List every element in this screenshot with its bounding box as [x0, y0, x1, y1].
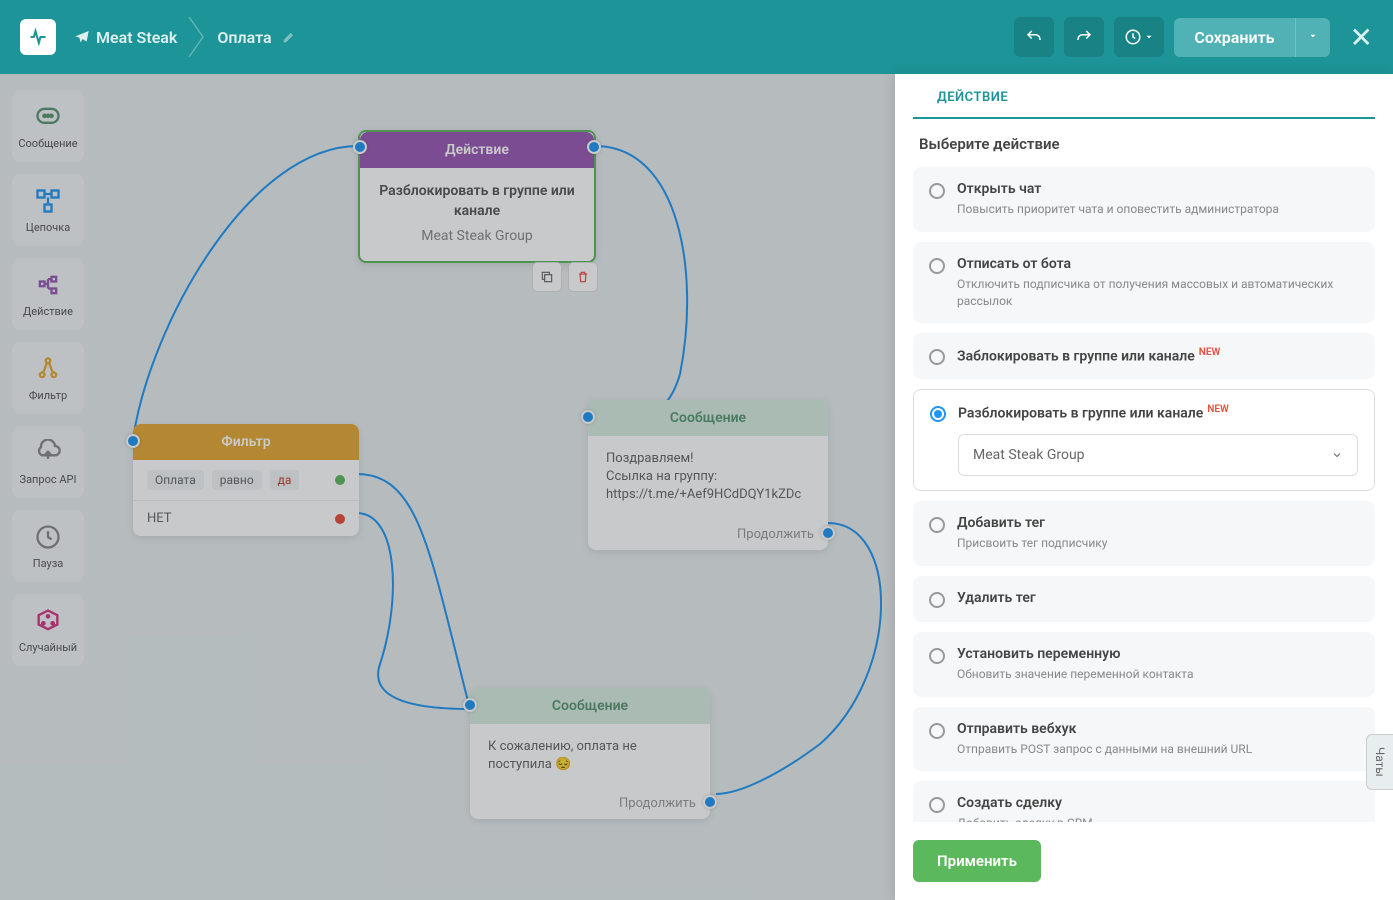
bot-name: Meat Steak: [96, 28, 177, 47]
option-title: Установить переменную: [957, 646, 1359, 662]
chevron-down-icon: [1331, 449, 1343, 461]
apply-button[interactable]: Применить: [913, 840, 1041, 882]
radio[interactable]: [929, 723, 945, 739]
radio[interactable]: [930, 406, 946, 422]
option-desc: Отключить подписчика от получения массов…: [957, 276, 1359, 310]
option-desc: Повысить приоритет чата и оповестить адм…: [957, 201, 1359, 218]
save-button-group: Сохранить: [1174, 18, 1329, 57]
panel-header: ДЕЙСТВИЕ: [913, 74, 1375, 119]
radio[interactable]: [929, 349, 945, 365]
breadcrumb-page[interactable]: Оплата: [217, 28, 295, 47]
history-icon: [1124, 28, 1142, 46]
modal-overlay[interactable]: [0, 74, 895, 900]
option-title: Создать сделку: [957, 795, 1359, 811]
radio[interactable]: [929, 517, 945, 533]
close-button[interactable]: ✕: [1350, 21, 1373, 54]
radio[interactable]: [929, 797, 945, 813]
option-desc: Отправить POST запрос с данными на внешн…: [957, 741, 1359, 758]
select-value: Meat Steak Group: [973, 447, 1085, 463]
radio[interactable]: [929, 258, 945, 274]
header-actions: Сохранить ✕: [1014, 17, 1373, 57]
option-unsubscribe[interactable]: Отписать от бота Отключить подписчика от…: [913, 242, 1375, 324]
option-title: Заблокировать в группе или каналеNEW: [957, 347, 1359, 365]
edit-icon[interactable]: [282, 30, 296, 44]
telegram-icon: [74, 29, 90, 45]
chevron-down-icon: [1144, 32, 1154, 42]
group-select[interactable]: Meat Steak Group: [958, 434, 1358, 476]
chevron-down-icon: [1308, 31, 1318, 41]
panel-body: Выберите действие Открыть чат Повысить п…: [895, 119, 1393, 822]
option-set-variable[interactable]: Установить переменную Обновить значение …: [913, 632, 1375, 697]
undo-button[interactable]: [1014, 17, 1054, 57]
option-desc: Обновить значение переменной контакта: [957, 666, 1359, 683]
redo-button[interactable]: [1064, 17, 1104, 57]
option-block[interactable]: Заблокировать в группе или каналеNEW: [913, 333, 1375, 379]
option-desc: Присвоить тег подписчику: [957, 535, 1359, 552]
save-dropdown[interactable]: [1295, 18, 1330, 57]
option-title: Удалить тег: [957, 590, 1359, 606]
option-title: Открыть чат: [957, 181, 1359, 197]
panel-footer: Применить: [895, 822, 1393, 900]
pulse-icon: [28, 27, 48, 47]
breadcrumb: Meat Steak Оплата: [74, 17, 296, 57]
new-badge: NEW: [1199, 347, 1221, 358]
radio[interactable]: [929, 183, 945, 199]
history-button[interactable]: [1114, 17, 1164, 57]
breadcrumb-bot[interactable]: Meat Steak: [74, 28, 177, 47]
radio[interactable]: [929, 648, 945, 664]
option-title: Отправить вебхук: [957, 721, 1359, 737]
option-unblock[interactable]: Разблокировать в группе или каналеNEW Me…: [913, 389, 1375, 491]
option-title: Добавить тег: [957, 515, 1359, 531]
option-open-chat[interactable]: Открыть чат Повысить приоритет чата и оп…: [913, 167, 1375, 232]
breadcrumb-separator: [185, 17, 209, 57]
option-add-tag[interactable]: Добавить тег Присвоить тег подписчику: [913, 501, 1375, 566]
option-webhook[interactable]: Отправить вебхук Отправить POST запрос с…: [913, 707, 1375, 772]
redo-icon: [1075, 28, 1093, 46]
option-title: Отписать от бота: [957, 256, 1359, 272]
option-create-deal[interactable]: Создать сделку Добавить сделку в CRM: [913, 781, 1375, 822]
panel-subtitle: Выберите действие: [913, 135, 1375, 153]
action-panel: ДЕЙСТВИЕ Выберите действие Открыть чат П…: [895, 74, 1393, 900]
chat-tab[interactable]: Чаты: [1366, 734, 1393, 790]
new-badge: NEW: [1207, 404, 1229, 415]
radio[interactable]: [929, 592, 945, 608]
option-remove-tag[interactable]: Удалить тег: [913, 576, 1375, 622]
app-header: Meat Steak Оплата Сохранить ✕: [0, 0, 1393, 74]
option-title: Разблокировать в группе или каналеNEW: [958, 404, 1358, 422]
page-title: Оплата: [217, 28, 271, 47]
undo-icon: [1025, 28, 1043, 46]
save-button[interactable]: Сохранить: [1174, 18, 1294, 57]
logo[interactable]: [20, 19, 56, 55]
